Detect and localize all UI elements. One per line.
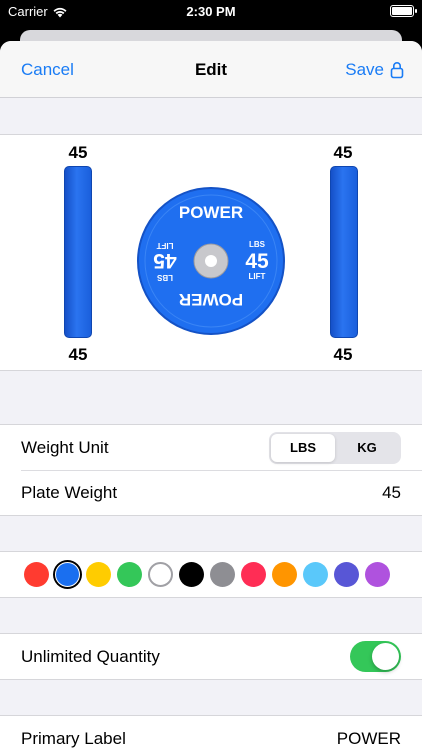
right-bar-top-value: 45 xyxy=(333,143,353,162)
unlimited-quantity-row: Unlimited Quantity xyxy=(0,634,422,679)
color-swatch[interactable] xyxy=(117,562,142,587)
primary-label-row[interactable]: Primary Label POWER xyxy=(0,716,422,750)
left-plate-side-view xyxy=(64,166,92,338)
label-group: Primary Label POWER xyxy=(0,715,422,750)
right-plate-side-view xyxy=(330,166,358,338)
color-swatch[interactable] xyxy=(55,562,80,587)
color-swatch[interactable] xyxy=(365,562,390,587)
status-bar: Carrier 2:30 PM xyxy=(0,0,422,24)
color-swatch[interactable] xyxy=(210,562,235,587)
lock-icon xyxy=(390,62,404,79)
unlimited-quantity-toggle[interactable] xyxy=(350,641,401,672)
color-palette xyxy=(0,551,422,598)
left-bar-bottom-value: 45 xyxy=(68,345,88,364)
plate-front-view: POWER POWER LBS 45 LIFT LBS 45 LIFT xyxy=(137,187,285,335)
plate-top-text: POWER xyxy=(179,203,243,222)
color-swatch[interactable] xyxy=(179,562,204,587)
battery-icon xyxy=(390,5,417,17)
primary-label-label: Primary Label xyxy=(21,728,126,748)
plate-weight-right: 45 xyxy=(245,250,269,273)
plate-weight-row[interactable]: Plate Weight 45 xyxy=(21,470,422,515)
quantity-group: Unlimited Quantity xyxy=(0,633,422,680)
right-bar-bottom-value: 45 xyxy=(333,345,353,364)
color-swatch[interactable] xyxy=(86,562,111,587)
unlimited-quantity-label: Unlimited Quantity xyxy=(21,646,160,666)
weight-unit-label: Weight Unit xyxy=(21,437,109,457)
plate-lift-right: LIFT xyxy=(249,272,266,281)
plate-lift-left: LIFT xyxy=(156,241,173,250)
edit-sheet: Cancel Edit Save 45 45 POWER POWER LBS 4… xyxy=(0,41,422,750)
save-label: Save xyxy=(345,60,384,79)
clock: 2:30 PM xyxy=(186,4,236,19)
plate-weight-value[interactable]: 45 xyxy=(382,483,401,503)
plate-bottom-text: POWER xyxy=(179,290,243,309)
plate-weight-label: Plate Weight xyxy=(21,483,118,502)
color-swatch[interactable] xyxy=(303,562,328,587)
color-swatch[interactable] xyxy=(334,562,359,587)
plate-unit-left: LBS xyxy=(156,273,173,282)
weight-settings-group: Weight Unit LBS KG Plate Weight 45 xyxy=(0,424,422,516)
toggle-knob xyxy=(372,643,399,670)
plate-weight-left: 45 xyxy=(153,249,177,272)
plate-unit-right: LBS xyxy=(249,240,266,249)
weight-unit-option-kg[interactable]: KG xyxy=(335,434,399,462)
weight-unit-row: Weight Unit LBS KG xyxy=(0,425,422,470)
weight-unit-option-lbs[interactable]: LBS xyxy=(271,433,335,462)
save-button[interactable]: Save xyxy=(345,60,404,80)
navigation-bar: Cancel Edit Save xyxy=(0,41,422,98)
color-swatch[interactable] xyxy=(241,562,266,587)
color-swatch[interactable] xyxy=(24,562,49,587)
color-swatch[interactable] xyxy=(148,562,173,587)
color-swatch-list xyxy=(0,552,422,597)
weight-unit-segmented-control[interactable]: LBS KG xyxy=(269,431,401,464)
plate-preview: 45 45 POWER POWER LBS 45 LIFT LBS 45 LIF… xyxy=(0,134,422,371)
left-bar-top-value: 45 xyxy=(68,143,88,162)
primary-label-value[interactable]: POWER xyxy=(337,729,401,749)
color-swatch[interactable] xyxy=(272,562,297,587)
